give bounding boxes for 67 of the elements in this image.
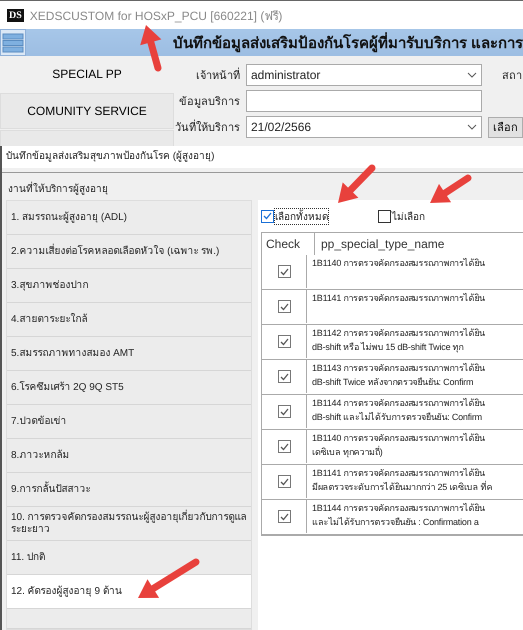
- chevron-icon: [467, 124, 477, 130]
- check-mark-icon: [280, 442, 288, 450]
- app-logo: DS: [7, 8, 24, 22]
- checkbox[interactable]: [278, 370, 290, 383]
- list-item[interactable]: 3.สุขภาพช่องปาก: [7, 269, 251, 303]
- nav-button[interactable]: COMUNITY SERVICE: [0, 93, 174, 129]
- checkbox[interactable]: [278, 475, 290, 488]
- list-item[interactable]: 8.ภาวะหกล้ม: [7, 439, 251, 473]
- table-cell-text: 1B1143 การตรวจคัดกรองสมรรถภาพการได้ยิน: [312, 362, 485, 375]
- checkbox-label: เลือกทั้งหมด: [275, 208, 328, 224]
- list-item[interactable]: 5.สมรรถภาพทางสมอง AMT: [7, 337, 251, 371]
- check-mark-icon: [263, 212, 272, 220]
- field-label: ข้อมูลบริการ: [178, 95, 240, 110]
- select-button[interactable]: เลือก: [488, 116, 523, 138]
- list-item[interactable]: 9.การกลั้นปัสสาวะ: [7, 473, 251, 507]
- column-header: pp_special_type_name: [320, 236, 446, 253]
- chevron-icon: [467, 72, 477, 78]
- check-mark-icon: [280, 302, 288, 310]
- field-label: เจ้าหน้าที่: [174, 66, 240, 84]
- list-item[interactable]: 6.โรคซึมเศร้า 2Q 9Q ST5: [7, 371, 251, 405]
- table-cell-text: 1B1141 การตรวจคัดกรองสมรรถภาพการได้ยิน: [312, 467, 485, 480]
- table-cell-text: dB-shift หรือ ไม่พบ 15 dB-shift Twice ทุก: [312, 341, 464, 354]
- checkbox[interactable]: [278, 510, 290, 523]
- check-mark-icon: [280, 372, 288, 380]
- checkbox[interactable]: [278, 300, 290, 313]
- dropdown[interactable]: 21/02/2566: [246, 116, 482, 138]
- list-item[interactable]: 11. ปกติ: [7, 541, 251, 575]
- dialog-title: บันทึกข้อมูลส่งเสริมสุขภาพป้องกันโรค (ผู้สูงอายุ): [5, 149, 216, 164]
- menu-button[interactable]: [0, 29, 26, 56]
- check-mark-icon: [280, 338, 288, 346]
- input-field[interactable]: [246, 90, 482, 112]
- table-cell-text: 1B1140 การตรวจคัดกรองสมรรถภาพการได้ยิน: [312, 432, 485, 445]
- table-cell-text: 1B1142 การตรวจคัดกรองสมรรถภาพการได้ยิน: [312, 327, 485, 340]
- dropdown[interactable]: administrator: [246, 64, 482, 86]
- list-item[interactable]: 1. สมรรถนะผู้สูงอายุ (ADL): [7, 201, 251, 235]
- field-label: วันที่ให้บริการ: [174, 118, 240, 136]
- header-title: บันทึกข้อมูลส่งเสริมป้องกันโรคผู้ที่มารับบริการ และการ: [172, 30, 523, 54]
- list-item[interactable]: 4.สายตาระยะใกล้: [7, 303, 251, 337]
- table-cell-text: dB-shift Twice หลังจากตรวจยืนยัน: Confirm: [312, 376, 474, 389]
- checkbox[interactable]: [278, 405, 290, 418]
- check-mark-icon: [280, 478, 288, 486]
- table-cell: มีผลตรวจระดับการได้ยินมากกว่า 25 เดซิเบล ที่ค: [312, 480, 492, 494]
- checkbox[interactable]: [378, 210, 391, 222]
- window-title: XEDSCUSTOM for HOSxP_PCU [660221] (ฟรี): [30, 8, 282, 24]
- group-label: งานที่ให้บริการผู้สูงอายุ: [6, 173, 108, 200]
- table-cell-text: และไม่ได้รับการตรวจยืนยัน : Confirmation a: [312, 516, 479, 529]
- checkbox[interactable]: [278, 335, 290, 348]
- table-cell: เดซิเบล ทุกความถี่): [312, 445, 382, 459]
- check-mark-icon: [280, 408, 288, 416]
- table-cell-text: 1B1144 การตรวจคัดกรองสมรรถภาพการได้ยิน: [312, 502, 485, 515]
- checkbox[interactable]: [278, 265, 290, 278]
- list-item[interactable]: 2.ความเสี่ยงต่อโรคหลอดเลือดหัวใจ (เฉพาะ รพ.): [7, 235, 251, 269]
- check-mark-icon: [280, 268, 288, 276]
- list-item[interactable]: 12. คัดรองผู้สูงอายุ 9 ด้าน: [7, 575, 251, 609]
- checkbox-label: ไม่เลือก: [392, 210, 425, 224]
- checkbox[interactable]: [278, 440, 290, 453]
- list-item[interactable]: 7.ปวดข้อเข่า: [7, 405, 251, 439]
- field-label: สถา: [502, 69, 522, 84]
- check-mark-icon: [280, 512, 288, 520]
- table-cell-text: dB-shift และไม่ได้รับการตรวจยืนยัน: Confirm: [312, 411, 482, 424]
- menu-icon: [2, 32, 24, 52]
- checkbox[interactable]: [261, 210, 274, 222]
- column-header: Check: [262, 233, 315, 255]
- table-cell-text: 1B1141 การตรวจคัดกรองสมรรถภาพการได้ยิน: [312, 292, 485, 305]
- table-cell-text: 1B1140 การตรวจคัดกรองสมรรถภาพการได้ยิน: [312, 257, 485, 270]
- table-cell-text: 1B1144 การตรวจคัดกรองสมรรถภาพการได้ยิน: [312, 397, 485, 410]
- list-item[interactable]: 10. การตรวจคัดกรองสมรรถนะผู้สูงอายุเกี่ยวกับการดูแลระยะยาว: [7, 507, 251, 541]
